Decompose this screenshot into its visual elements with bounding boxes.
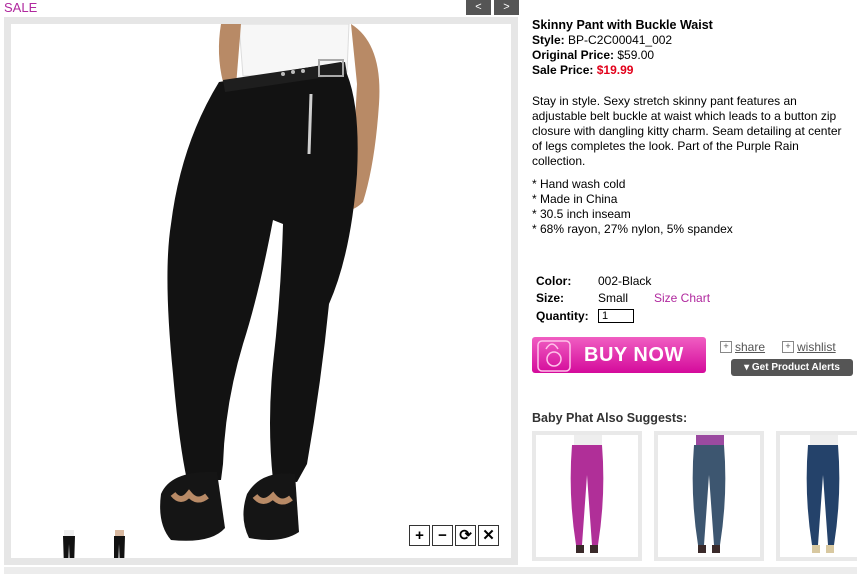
suggested-product[interactable] <box>776 431 857 561</box>
product-options: Color: 002-Black Size: Small Size Chart … <box>536 272 710 325</box>
size-row: Size: Small Size Chart <box>536 290 710 308</box>
main-product-image <box>160 24 380 541</box>
thumbnail-strip <box>56 530 132 558</box>
gallery-nav: < > <box>466 0 519 15</box>
quantity-row: Quantity: <box>536 307 710 325</box>
zoom-out-button[interactable]: − <box>432 525 453 546</box>
filter-icon: ▾ <box>744 362 752 373</box>
color-label: Color: <box>536 273 572 288</box>
style-value: BP-C2C00041_002 <box>568 33 673 47</box>
shopping-bag-icon <box>537 340 571 372</box>
style-row: Style: BP-C2C00041_002 <box>532 33 854 48</box>
buy-now-button[interactable]: BUY NOW <box>532 337 706 373</box>
color-value: 002-Black <box>598 273 652 288</box>
product-image-viewer[interactable] <box>11 24 511 558</box>
size-value: Small <box>598 291 629 306</box>
suggested-product-image <box>806 435 840 553</box>
bullet-item: * Made in China <box>532 192 618 206</box>
bullet-item: * Hand wash cold <box>532 177 626 191</box>
prev-image-button[interactable]: < <box>466 0 491 15</box>
product-info: Skinny Pant with Buckle Waist Style: BP-… <box>532 18 854 237</box>
buy-now-label: BUY NOW <box>584 343 684 366</box>
size-chart-link[interactable]: Size Chart <box>654 291 710 305</box>
original-price-value: $59.00 <box>617 48 655 62</box>
product-name: Skinny Pant with Buckle Waist <box>532 18 713 32</box>
bullet-item: * 68% rayon, 27% nylon, 5% spandex <box>532 222 733 236</box>
product-bullets: * Hand wash cold * Made in China * 30.5 … <box>532 177 854 237</box>
size-label: Size: <box>536 291 565 306</box>
original-price-row: Original Price: $59.00 <box>532 48 854 63</box>
suggested-product-image <box>570 435 604 553</box>
product-alerts-label: Get Product Alerts <box>751 362 840 373</box>
bullet-item: * 30.5 inch inseam <box>532 207 631 221</box>
fullscreen-button[interactable]: ✕ <box>478 525 499 546</box>
quantity-input[interactable] <box>598 308 634 323</box>
sale-price-label: Sale Price: <box>532 63 594 77</box>
zoom-in-button[interactable]: + <box>409 525 430 546</box>
wishlist-label: wishlist <box>797 340 836 354</box>
sale-label: SALE <box>4 0 38 15</box>
product-image-frame <box>4 17 518 565</box>
product-description: Stay in style. Sexy stretch skinny pant … <box>532 94 842 168</box>
suggested-product-image <box>692 435 726 553</box>
next-image-button[interactable]: > <box>494 0 519 15</box>
bottom-divider <box>4 567 857 574</box>
suggested-product[interactable] <box>532 431 642 561</box>
share-link[interactable]: + share <box>720 340 765 354</box>
thumbnail-front[interactable] <box>56 530 82 558</box>
color-row: Color: 002-Black <box>536 272 710 290</box>
plus-icon: + <box>782 341 794 353</box>
wishlist-link[interactable]: + wishlist <box>782 340 836 354</box>
thumbnail-back[interactable] <box>106 530 132 558</box>
plus-icon: + <box>720 341 732 353</box>
sale-price-value: $19.99 <box>596 63 634 77</box>
quantity-label: Quantity: <box>536 308 589 323</box>
suggestions-title: Baby Phat Also Suggests: <box>532 411 688 425</box>
sale-price-row: Sale Price: $19.99 <box>532 63 854 78</box>
rotate-button[interactable]: ⟳ <box>455 525 476 546</box>
share-label: share <box>735 340 766 354</box>
style-label: Style: <box>532 33 565 47</box>
zoom-controls: + − ⟳ ✕ <box>409 525 499 546</box>
suggested-product[interactable] <box>654 431 764 561</box>
original-price-label: Original Price: <box>532 48 615 62</box>
product-alerts-button[interactable]: ▾ Get Product Alerts <box>731 359 853 376</box>
